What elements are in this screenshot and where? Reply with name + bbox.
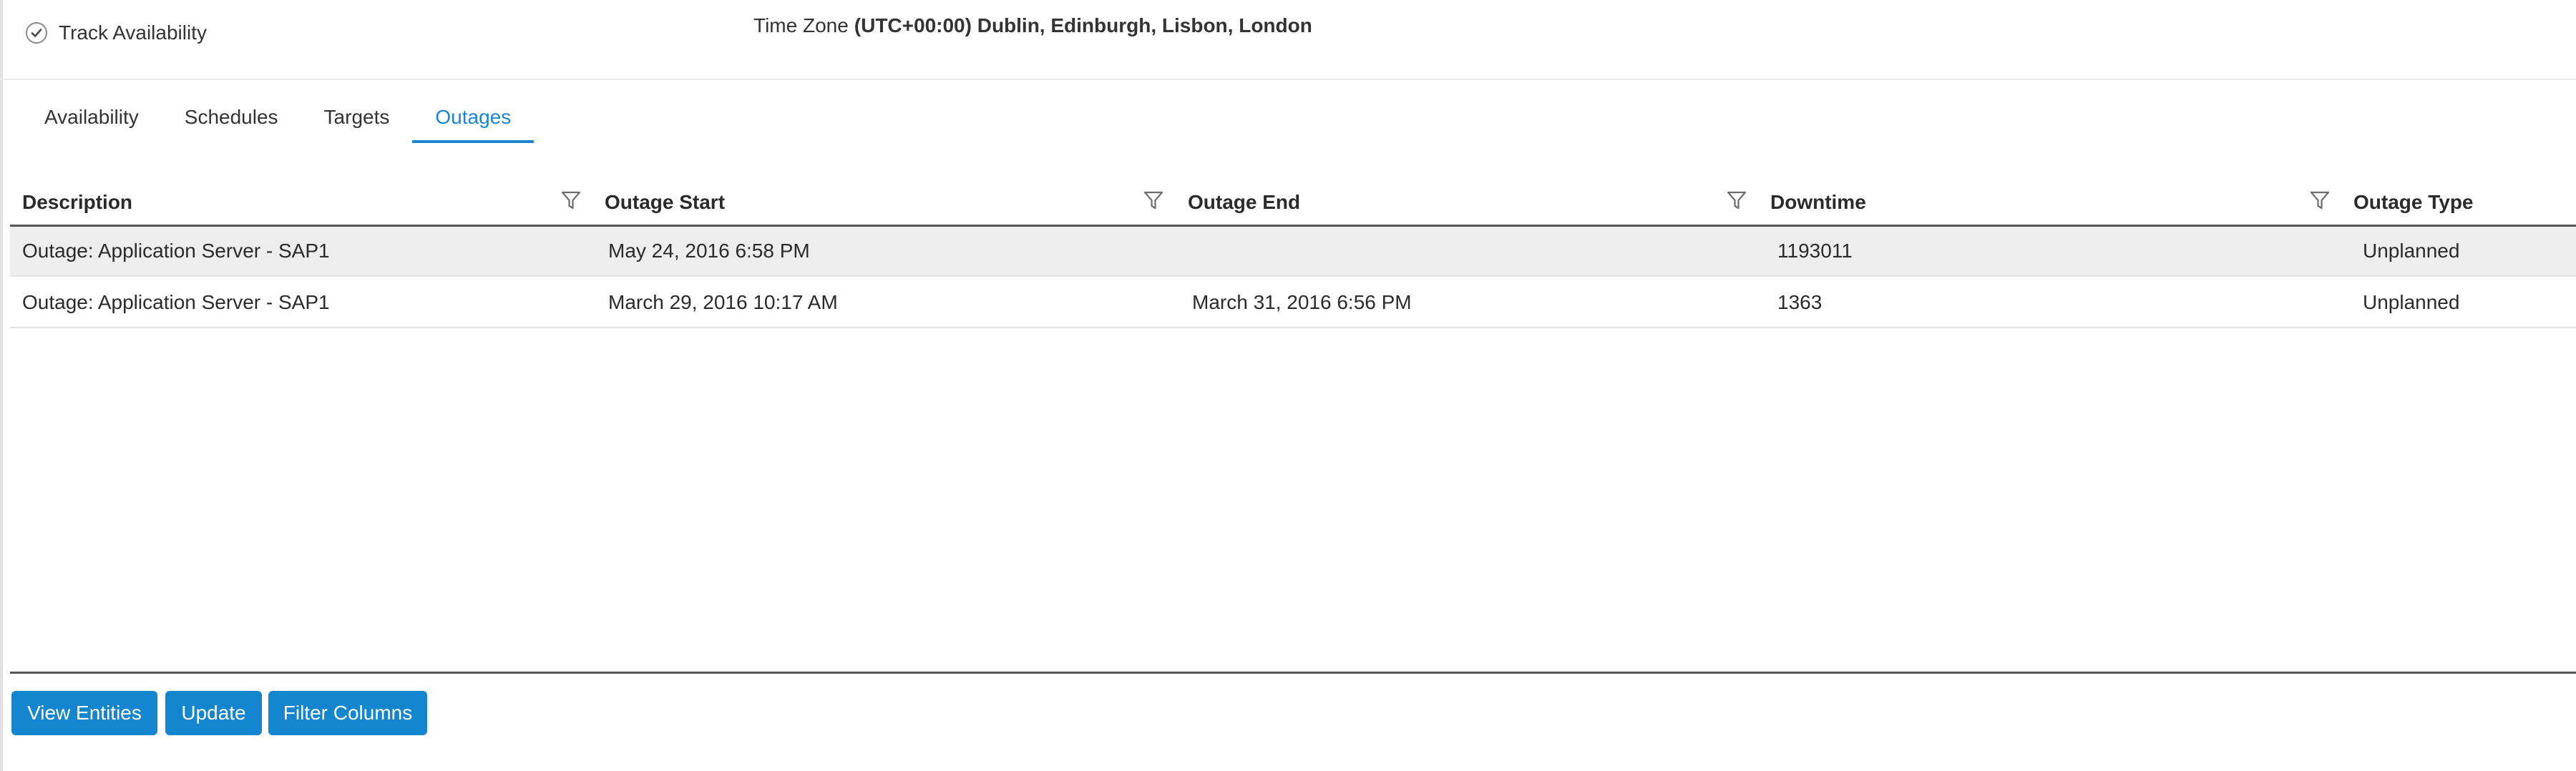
- filter-funnel-icon[interactable]: [2308, 189, 2331, 212]
- track-availability-checkbox[interactable]: Track Availability: [26, 21, 207, 44]
- filter-funnel-icon[interactable]: [1142, 189, 1165, 212]
- time-zone: Time Zone (UTC+00:00) Dublin, Edinburgh, …: [753, 14, 1312, 37]
- column-header-outage-end[interactable]: Outage End: [1188, 180, 1300, 225]
- column-header-downtime[interactable]: Downtime: [1770, 180, 1866, 225]
- update-button[interactable]: Update: [165, 691, 262, 735]
- cell-outage-type: Unplanned: [2363, 240, 2460, 262]
- cell-outage-start: May 24, 2016 6:58 PM: [608, 240, 810, 262]
- column-header-outage-type[interactable]: Outage Type: [2353, 180, 2474, 225]
- tab-bar: Availability Schedules Targets Outages: [21, 104, 535, 143]
- table-bottom-divider: [10, 672, 2576, 674]
- cell-outage-end: March 31, 2016 6:56 PM: [1192, 291, 1412, 313]
- filter-funnel-icon[interactable]: [560, 189, 582, 212]
- tab-targets[interactable]: Targets: [301, 104, 413, 143]
- view-entities-button[interactable]: View Entities: [11, 691, 157, 735]
- table-header: Description Outage Start Outage End Down…: [10, 180, 2576, 227]
- filter-columns-button[interactable]: Filter Columns: [268, 691, 427, 735]
- time-zone-value: (UTC+00:00) Dublin, Edinburgh, Lisbon, L…: [854, 14, 1312, 36]
- cell-downtime: 1363: [1777, 291, 1823, 313]
- check-icon[interactable]: [26, 22, 47, 44]
- column-header-description[interactable]: Description: [22, 180, 132, 225]
- cell-description: Outage: Application Server - SAP1: [22, 291, 330, 313]
- tab-schedules[interactable]: Schedules: [162, 104, 301, 143]
- table-row[interactable]: Outage: Application Server - SAP1 March …: [10, 278, 2576, 328]
- filter-funnel-icon[interactable]: [1725, 189, 1748, 212]
- cell-downtime: 1193011: [1777, 240, 1853, 262]
- left-border: [0, 0, 3, 771]
- cell-outage-start: March 29, 2016 10:17 AM: [608, 291, 838, 313]
- time-zone-label: Time Zone: [753, 14, 849, 36]
- column-header-outage-start[interactable]: Outage Start: [605, 180, 725, 225]
- cell-outage-type: Unplanned: [2363, 291, 2460, 313]
- tab-availability[interactable]: Availability: [21, 104, 162, 143]
- tab-outages[interactable]: Outages: [412, 104, 535, 143]
- cell-description: Outage: Application Server - SAP1: [22, 240, 330, 262]
- top-bar: Track Availability Time Zone (UTC+00:00) …: [0, 0, 2576, 80]
- track-availability-label: Track Availability: [59, 21, 207, 44]
- table-row[interactable]: Outage: Application Server - SAP1 May 24…: [10, 227, 2576, 277]
